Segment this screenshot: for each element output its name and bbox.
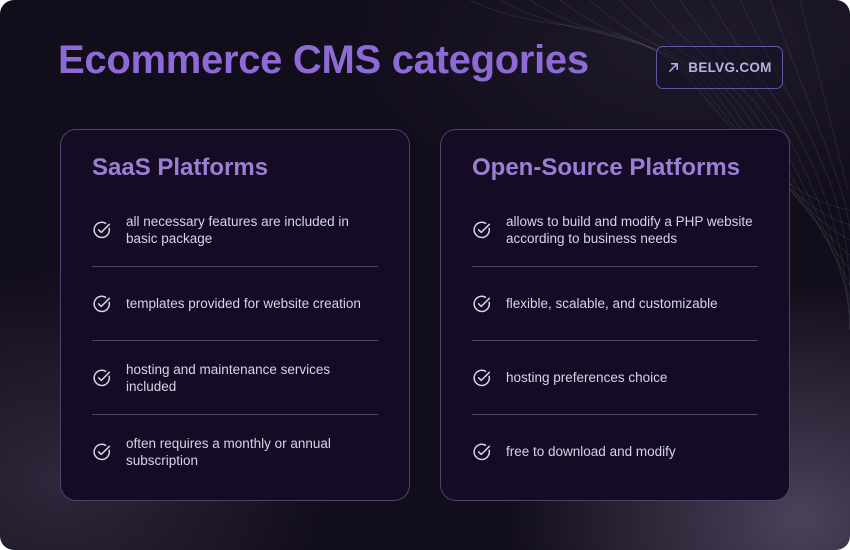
list-item: hosting and maintenance services include…: [92, 341, 378, 414]
card-title: SaaS Platforms: [92, 154, 269, 181]
brand-label: BELVG.COM: [688, 60, 772, 75]
card-saas-platforms: SaaS Platforms all necessary features ar…: [60, 129, 410, 501]
check-circle-icon: [473, 443, 491, 460]
list-item: all necessary features are included in b…: [92, 193, 378, 266]
list-item-text: hosting preferences choice: [506, 370, 668, 385]
check-circle-icon: [93, 443, 111, 460]
check-circle-icon: [473, 295, 491, 312]
list-item-text: free to download and modify: [506, 444, 676, 459]
list-item-text: all necessary features are included in b…: [126, 213, 349, 246]
list-item-text: hosting and maintenance services include…: [126, 361, 331, 394]
list-item: free to download and modify: [472, 415, 758, 488]
card-open-source-platforms: Open-Source Platforms allows to build an…: [440, 129, 790, 501]
page-title: Ecommerce CMS categories: [58, 38, 589, 82]
list-item: flexible, scalable, and customizable: [472, 267, 758, 340]
list-item-text: flexible, scalable, and customizable: [506, 296, 718, 311]
list-item: hosting preferences choice: [472, 341, 758, 414]
check-circle-icon: [93, 295, 111, 312]
list-item: templates provided for website creation: [92, 267, 378, 340]
infographic-canvas: Ecommerce CMS categories BELVG.COM SaaS …: [0, 0, 850, 550]
arrow-up-right-icon: [669, 63, 679, 72]
list-item: allows to build and modify a PHP website…: [472, 193, 758, 266]
card-title: Open-Source Platforms: [472, 154, 741, 181]
check-circle-icon: [93, 221, 111, 238]
check-circle-icon: [93, 369, 111, 386]
list-item-text: allows to build and modify a PHP website…: [506, 213, 753, 246]
brand-link[interactable]: BELVG.COM: [656, 46, 783, 89]
check-circle-icon: [473, 369, 491, 386]
check-circle-icon: [473, 221, 491, 238]
list-item-text: often requires a monthly or annual subsc…: [126, 435, 331, 468]
list-item-text: templates provided for website creation: [126, 296, 361, 311]
list-item: often requires a monthly or annual subsc…: [92, 415, 378, 488]
